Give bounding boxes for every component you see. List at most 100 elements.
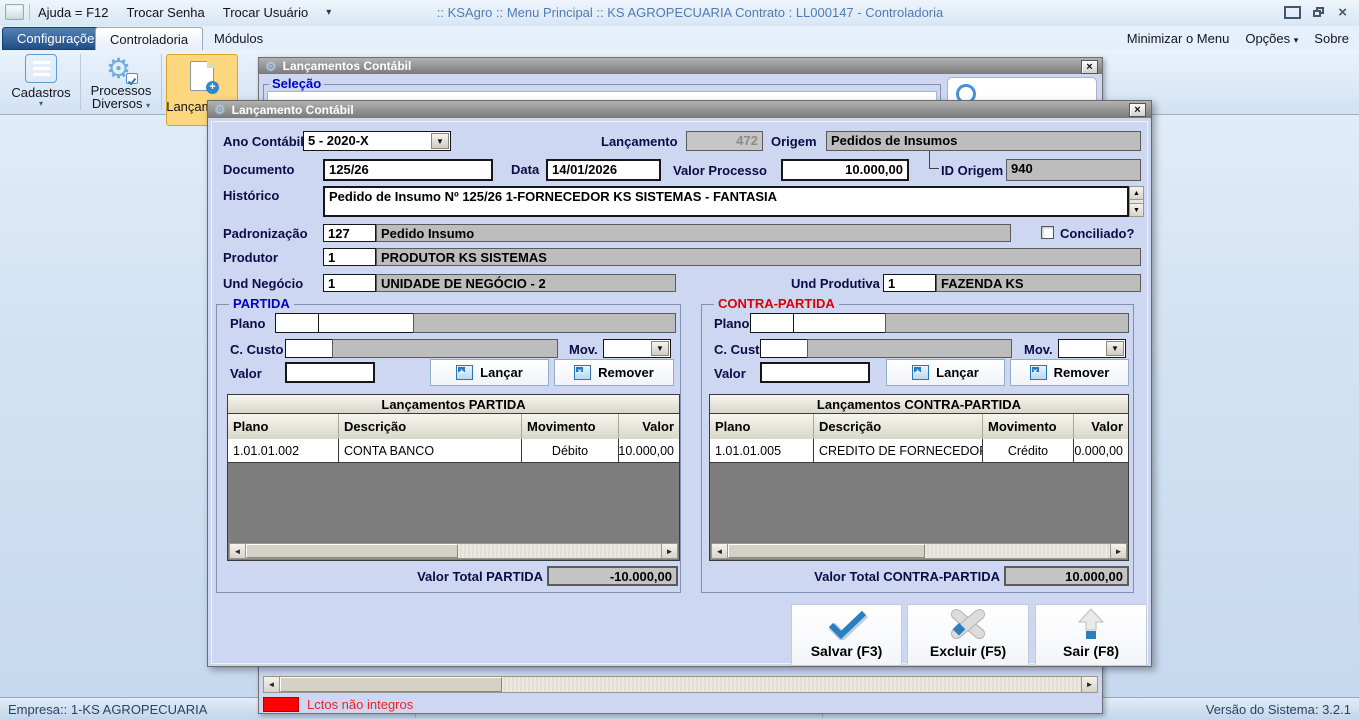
table-row[interactable]: 1.01.01.005 CREDITO DE FORNECEDOR Crédit…	[710, 439, 1128, 463]
chevron-down-icon[interactable]: ▼	[1106, 341, 1124, 356]
scroll-down-icon[interactable]: ▼	[1130, 203, 1143, 216]
column-header[interactable]: Plano	[228, 414, 339, 439]
valor-input[interactable]	[760, 362, 870, 383]
lancar-button[interactable]: + Lançar	[430, 359, 549, 386]
id-origem-field: 940	[1006, 159, 1141, 181]
salvar-button[interactable]: Salvar (F3)	[791, 604, 902, 666]
scrollbar-thumb[interactable]	[246, 544, 458, 558]
column-header[interactable]: Movimento	[522, 414, 619, 439]
gear-calendar-icon: ⚙	[106, 54, 136, 84]
chevron-down-icon[interactable]: ▼	[651, 341, 669, 356]
tab-controladoria[interactable]: Controladoria	[95, 27, 203, 50]
scroll-right-icon[interactable]: ►	[661, 544, 677, 558]
plano-code2-input[interactable]	[318, 313, 414, 333]
produtor-code-input[interactable]: 1	[323, 248, 376, 266]
close-icon[interactable]: ×	[1338, 7, 1347, 18]
close-icon[interactable]: ×	[1129, 103, 1146, 117]
valor-processo-input[interactable]: 10.000,00	[781, 159, 909, 181]
table-row[interactable]: 1.01.01.002 CONTA BANCO Débito 10.000,00	[228, 439, 679, 463]
column-header[interactable]: Valor	[1074, 414, 1128, 439]
excluir-button[interactable]: Excluir (F5)	[907, 604, 1029, 666]
restore-icon[interactable]	[1313, 7, 1326, 18]
plano-code-input[interactable]	[750, 313, 794, 333]
chevron-down-icon[interactable]: ▾	[326, 7, 331, 18]
tab-modulos[interactable]: Módulos	[200, 27, 277, 50]
und-negocio-code-input[interactable]: 1	[323, 274, 376, 292]
column-header[interactable]: Descrição	[814, 414, 983, 439]
data-label: Data	[511, 162, 539, 177]
scroll-left-icon[interactable]: ◄	[230, 544, 246, 558]
remover-button[interactable]: × Remover	[1010, 359, 1129, 386]
produtor-desc-field: PRODUTOR KS SISTEMAS	[376, 248, 1141, 266]
und-produtiva-desc-field: FAZENDA KS	[936, 274, 1141, 292]
scroll-right-icon[interactable]: ►	[1081, 677, 1097, 692]
column-header[interactable]: Valor	[619, 414, 679, 439]
plano-code-input[interactable]	[275, 313, 319, 333]
documento-input[interactable]: 125/26	[323, 159, 493, 181]
opcoes-link[interactable]: Opções ▾	[1245, 31, 1298, 46]
processos-diversos-button[interactable]: ⚙ Processos Diversos ▾	[86, 54, 156, 111]
plano-code2-input[interactable]	[793, 313, 886, 333]
minimize-icon[interactable]	[1284, 6, 1301, 19]
app-icon[interactable]	[5, 4, 24, 20]
sobre-link[interactable]: Sobre	[1314, 31, 1349, 46]
lancamentos-window-titlebar[interactable]: ⚙ Lançamentos Contábil	[259, 58, 1102, 74]
window-horizontal-scrollbar[interactable]: ◄ ►	[263, 676, 1098, 693]
table-horizontal-scrollbar[interactable]: ◄ ►	[711, 543, 1127, 559]
application-window: Ajuda = F12 Trocar Senha Trocar Usuário …	[0, 0, 1359, 719]
close-icon[interactable]: ×	[1081, 60, 1098, 74]
minimizar-menu-link[interactable]: Minimizar o Menu	[1127, 31, 1230, 46]
column-header[interactable]: Plano	[710, 414, 814, 439]
scrollbar-thumb[interactable]	[728, 544, 925, 558]
chevron-down-icon: ▾	[39, 102, 43, 106]
ccusto-desc-field	[332, 339, 558, 358]
app-titlebar[interactable]: Ajuda = F12 Trocar Senha Trocar Usuário …	[0, 0, 1359, 26]
historico-textarea[interactable]: Pedido de Insumo Nº 125/26 1-FORNECEDOR …	[323, 186, 1129, 217]
remove-entry-icon: ×	[574, 365, 591, 380]
contra-partida-group: CONTRA-PARTIDA Plano C. Custo Mov. ▼ Val…	[701, 304, 1134, 593]
scrollbar-track[interactable]	[502, 677, 1081, 692]
lancar-button[interactable]: + Lançar	[886, 359, 1005, 386]
scroll-left-icon[interactable]: ◄	[712, 544, 728, 558]
scroll-left-icon[interactable]: ◄	[264, 677, 280, 692]
lancamentos-window-title: Lançamentos Contábil	[283, 59, 412, 73]
contra-table-title: Lançamentos CONTRA-PARTIDA	[709, 394, 1129, 413]
scrollbar-track[interactable]	[925, 544, 1110, 558]
valor-input[interactable]	[285, 362, 375, 383]
scrollbar-track[interactable]	[458, 544, 661, 558]
scroll-right-icon[interactable]: ►	[1110, 544, 1126, 558]
sair-button[interactable]: Sair (F8)	[1035, 604, 1147, 666]
mov-select[interactable]: ▼	[603, 339, 671, 358]
padronizacao-code-input[interactable]: 127	[323, 224, 376, 242]
menu-trocar-senha[interactable]: Trocar Senha	[126, 5, 204, 20]
document-plus-icon: +	[190, 61, 214, 91]
mov-select[interactable]: ▼	[1058, 339, 1126, 358]
contra-total-label: Valor Total CONTRA-PARTIDA	[762, 569, 1000, 584]
historico-label: Histórico	[223, 188, 279, 203]
padronizacao-label: Padronização	[223, 226, 308, 241]
cadastros-button[interactable]: Cadastros ▾	[8, 54, 74, 111]
table-horizontal-scrollbar[interactable]: ◄ ►	[229, 543, 678, 559]
chevron-down-icon[interactable]: ▼	[431, 133, 449, 149]
ccusto-code-input[interactable]	[285, 339, 333, 358]
versao-status: Versão do Sistema: 3.2.1	[1206, 702, 1351, 717]
conciliado-checkbox[interactable]	[1041, 226, 1054, 239]
dialog-titlebar[interactable]: ⚙ Lançamento Contábil	[208, 101, 1151, 118]
ano-contabil-select[interactable]: 5 - 2020-X ▼	[303, 131, 451, 151]
historico-scrollbar[interactable]: ▲ ▼	[1129, 186, 1144, 217]
menu-ajuda[interactable]: Ajuda = F12	[38, 5, 108, 20]
remover-button[interactable]: × Remover	[554, 359, 674, 386]
data-input[interactable]: 14/01/2026	[546, 159, 661, 181]
valor-label: Valor	[714, 366, 746, 381]
column-header[interactable]: Descrição	[339, 414, 522, 439]
plano-desc-field	[413, 313, 676, 333]
ccusto-code-input[interactable]	[760, 339, 808, 358]
legend-label: Lctos não integros	[307, 697, 413, 712]
und-negocio-label: Und Negócio	[223, 276, 303, 291]
und-produtiva-code-input[interactable]: 1	[883, 274, 936, 292]
cadastros-label: Cadastros	[11, 85, 70, 100]
scrollbar-thumb[interactable]	[280, 677, 502, 692]
column-header[interactable]: Movimento	[983, 414, 1074, 439]
scroll-up-icon[interactable]: ▲	[1130, 187, 1143, 200]
menu-trocar-usuario[interactable]: Trocar Usuário	[223, 5, 308, 20]
